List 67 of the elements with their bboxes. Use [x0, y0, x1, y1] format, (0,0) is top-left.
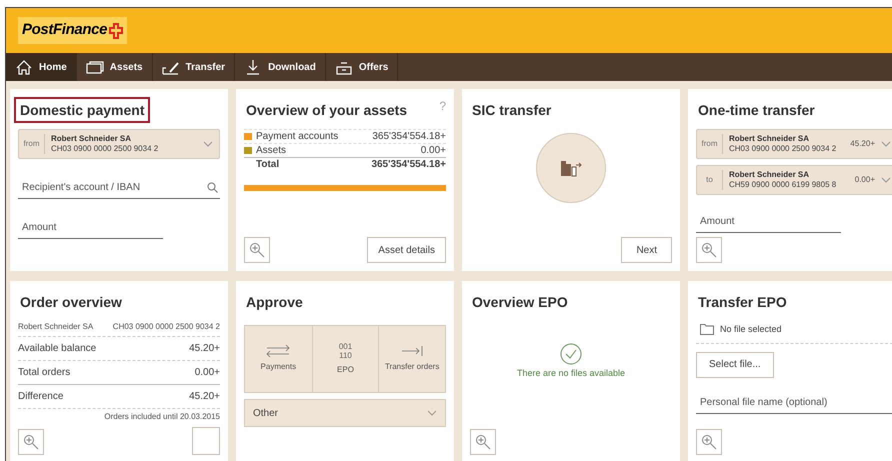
tile-button[interactable]: 001 110 EPO: [312, 326, 378, 392]
note-text: Orders included until 20.03.2015: [104, 411, 220, 423]
home-icon: [15, 59, 33, 75]
card-title: Approve: [245, 293, 304, 312]
account-dropdown[interactable]: from Robert Schneider SA CH03 0900 0000 2500 9034 2: [18, 129, 220, 159]
zoom-in-icon: [249, 242, 265, 258]
row-value: 365'354'554.18+: [372, 130, 446, 144]
chevron-down-icon: [203, 141, 213, 147]
row-value: 0.00+: [420, 144, 446, 158]
folder-icon: [700, 324, 714, 336]
empty-message: There are no files available: [516, 367, 626, 380]
card-title: Transfer EPO: [697, 293, 788, 312]
file-status: No file selected: [720, 323, 782, 336]
buildings-icon: [559, 158, 583, 178]
zoom-button[interactable]: [470, 429, 496, 455]
zoom-button[interactable]: [244, 237, 270, 263]
row-value: 45.20+: [189, 342, 220, 356]
card-title: Domestic payment: [14, 97, 150, 123]
zoom-in-icon: [701, 434, 717, 450]
row-label: Assets: [256, 144, 288, 158]
card-title: SIC transfer: [471, 101, 552, 120]
input-field[interactable]: Amount: [696, 211, 841, 233]
code-icon: 001 110: [338, 342, 352, 360]
row-label: Available balance: [18, 342, 96, 356]
arrow-to-bar-icon: [401, 345, 424, 357]
button[interactable]: Next: [621, 237, 672, 263]
tile-button[interactable]: Payments: [245, 326, 312, 392]
tile-button[interactable]: Transfer orders: [378, 326, 445, 392]
card-title: Order overview: [19, 293, 123, 312]
row-label: Payment accounts: [256, 130, 340, 144]
card-title: One-time transfer: [697, 101, 816, 120]
chevron-down-icon: [881, 141, 891, 147]
account-dropdown[interactable]: from Robert Schneider SA CH03 0900 0000 2500 9034 2 45.20+: [696, 129, 892, 159]
account-iban: CH03 0900 0000 2500 9034 2: [112, 321, 220, 333]
banknote-icon: [86, 59, 104, 75]
row-value: 45.20+: [189, 390, 220, 404]
row-label: Total orders: [18, 366, 70, 380]
logo-text: PostFinance: [22, 20, 108, 40]
zoom-button[interactable]: [696, 429, 722, 455]
chevron-down-icon: [427, 410, 437, 416]
total-label: Total: [256, 158, 280, 172]
zoom-button[interactable]: [18, 429, 44, 455]
card-title: Overview EPO: [471, 293, 569, 312]
check-circle-icon: [560, 343, 582, 365]
chevron-down-icon: [881, 177, 891, 183]
zoom-in-icon: [475, 434, 491, 450]
swap-arrows-icon: [266, 345, 290, 357]
input-field[interactable]: Recipient's account / IBAN: [18, 177, 220, 199]
row-value: 0.00+: [194, 366, 220, 380]
zoom-in-icon: [701, 242, 717, 258]
input-field[interactable]: Amount: [18, 217, 163, 239]
button[interactable]: Asset details: [367, 237, 446, 263]
cross-icon: [109, 22, 124, 38]
button[interactable]: Select file...: [696, 352, 774, 378]
button[interactable]: [192, 427, 220, 455]
dropdown[interactable]: Other: [244, 399, 446, 427]
input-field[interactable]: Personal file name (optional): [696, 392, 892, 414]
zoom-in-icon: [23, 434, 39, 450]
logo[interactable]: PostFinance: [18, 17, 128, 44]
zoom-button[interactable]: [696, 237, 722, 263]
account-dropdown[interactable]: to Robert Schneider SA CH59 0900 0000 6199 9805 8 0.00+: [696, 165, 892, 195]
account-name: Robert Schneider SA: [18, 321, 94, 333]
total-value: 365'354'554.18+: [371, 158, 446, 172]
card-title: Overview of your assets: [245, 101, 408, 120]
search-icon: [207, 182, 218, 193]
nav-tab[interactable]: Home: [6, 53, 77, 81]
row-label: Difference: [18, 390, 64, 404]
